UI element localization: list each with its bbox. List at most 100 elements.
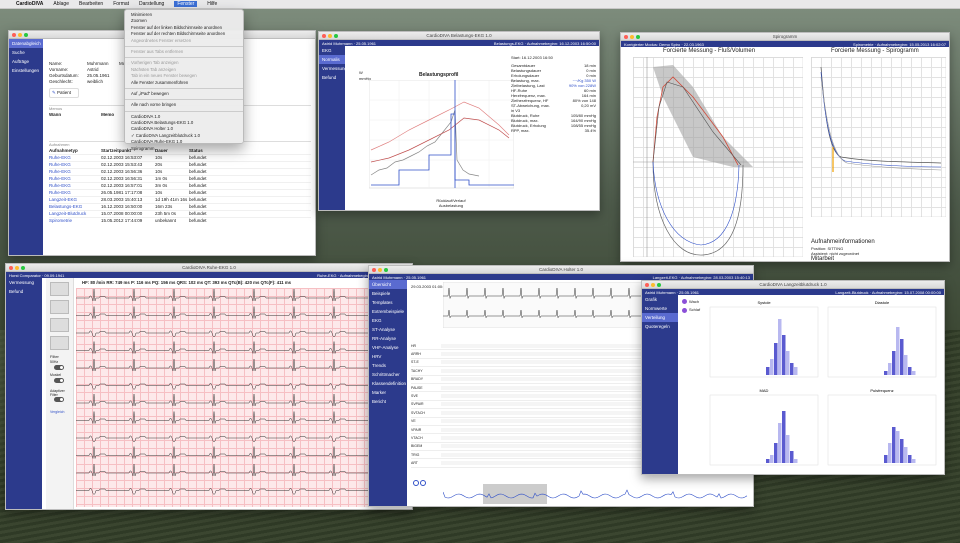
patient-button[interactable]: ✎ Patient: [49, 88, 79, 98]
table-row[interactable]: Belastungs-EKG 16.12.2003 16:50:00 16m 23s…: [49, 203, 311, 210]
stat-value: 0,20 mV: [581, 103, 596, 108]
layout-thumb-3[interactable]: [50, 318, 69, 332]
sidebar-item-suche[interactable]: Suche: [9, 48, 43, 57]
table-cell: 02.12.2003 16:57:01: [101, 183, 143, 188]
menu-bearbeiten[interactable]: Bearbeiten: [79, 1, 103, 7]
holter-nav-item[interactable]: EKG: [369, 316, 407, 325]
table-row[interactable]: Ruhe-EKG 02.12.2003 16:56:36 10s befundet: [49, 168, 311, 175]
menu-bar: CardioDIVA Ablage Bearbeiten Format Dars…: [0, 0, 960, 9]
table-cell: befundet: [189, 162, 207, 167]
ekg-traces: [76, 288, 409, 495]
table-cell: Belastungs-EKG: [49, 204, 83, 209]
minimize-button[interactable]: [18, 32, 22, 37]
holter-nav-item[interactable]: ST-Analyse: [369, 325, 407, 334]
histogram-bar: [786, 351, 790, 375]
lzbd-nav-item[interactable]: Grafik: [642, 295, 678, 304]
histogram-bar: [884, 455, 888, 463]
holter-nav-item[interactable]: Templates: [369, 298, 407, 307]
table-cell: befundet: [189, 169, 207, 174]
histogram-bar: [774, 343, 778, 375]
sidebar-item-befund[interactable]: Befund: [319, 73, 345, 82]
patient-header: Korrigierter Modus: Demo Spiro · 22.03.1…: [621, 41, 949, 47]
muskelfilter-toggle[interactable]: [54, 378, 64, 383]
menu-hilfe[interactable]: Hilfe: [207, 1, 217, 7]
menu-item[interactable]: Spirogramm: [125, 146, 243, 152]
holter-nav-item[interactable]: Klassendefinition: [369, 379, 407, 388]
table-cell: 02.12.2003 15:53:43: [101, 162, 143, 167]
table-cell: 15.07.2008 00:00:00: [101, 211, 143, 216]
sidebar-item-befund[interactable]: Befund: [6, 287, 42, 296]
table-row[interactable]: Ruhe-EKG 02.12.2003 16:56:31 1m 0s befundet: [49, 175, 311, 182]
table-cell: 16m 23s: [155, 204, 173, 209]
zoom-in-button[interactable]: [420, 480, 427, 486]
ekg-trace: [76, 330, 409, 338]
sidebar-item-vermessung[interactable]: Vermessung: [319, 64, 347, 73]
table-row[interactable]: Ruhe-EKG 02.12.2003 16:53:07 10s befundet: [49, 154, 311, 161]
recording-info: Langzeit-Blutdruck · Aufnahmebeginn: 15.…: [835, 289, 941, 295]
ekg-trace: [76, 358, 409, 372]
holter-nav-item[interactable]: Übersicht: [369, 280, 407, 289]
sidebar-item-vermessung[interactable]: Vermessung: [6, 278, 42, 287]
holter-nav-item[interactable]: HRV: [369, 352, 407, 361]
close-button[interactable]: [12, 32, 16, 37]
histogram-bar: [904, 355, 908, 375]
col-aufnahmetyp[interactable]: Aufnahmetyp: [49, 148, 101, 154]
layout-thumb-4[interactable]: [50, 336, 69, 350]
start-time: Start: 16.12.2003 16:50: [511, 55, 553, 60]
zoom-out-button[interactable]: [413, 480, 419, 486]
ruhe-ekg-window: CardioDIVA Ruhe-EKG 1.0 Horst Comparator…: [5, 263, 413, 510]
table-row[interactable]: Langzeit-Blutdruck 15.07.2008 00:00:00 23h…: [49, 210, 311, 217]
histogram-bar: [904, 447, 908, 463]
lzbd-nav-item[interactable]: Verteilung: [642, 313, 678, 322]
histogram-bar: [892, 427, 896, 463]
holter-nav-item[interactable]: Bericht: [369, 397, 407, 406]
chart-title: Belastungsprofil: [419, 72, 459, 78]
holter-row-label: BIGEM: [411, 444, 423, 449]
table-row[interactable]: Ruhe-EKG 02.12.2003 15:53:43 20s befundet: [49, 161, 311, 168]
histogram-title: Pulsfrequenz: [870, 388, 893, 393]
sidebar-item-auftraege[interactable]: Aufträge: [9, 57, 43, 66]
menu-darstellung[interactable]: Darstellung: [139, 1, 164, 7]
holter-row-label: ART: [411, 461, 418, 466]
holter-nav-item[interactable]: Trends: [369, 361, 407, 370]
table-row[interactable]: Langzeit-EKG 28.03.2003 15:40:13 1d 19h 41…: [49, 196, 311, 203]
netzfilter-label: 50Hz: [50, 360, 59, 364]
holter-nav-item[interactable]: Schrittmacher: [369, 370, 407, 379]
table-row[interactable]: Ruhe-EKG 26.05.1981 17:17:08 10s befundet: [49, 189, 311, 196]
menu-format[interactable]: Format: [113, 1, 129, 7]
menu-app-name[interactable]: CardioDIVA: [16, 1, 43, 7]
check-schlaf[interactable]: Schlaf: [682, 307, 700, 313]
check-wach[interactable]: Wach: [682, 299, 700, 305]
holter-nav-item[interactable]: Extrembeispiele: [369, 307, 407, 316]
histogram-bar: [766, 459, 770, 463]
sidebar-item-einstellungen[interactable]: Einstellungen: [9, 66, 43, 75]
table-cell: Ruhe-EKG: [49, 190, 71, 195]
holter-row-label: SVTACH: [411, 410, 425, 415]
menu-separator: [125, 86, 243, 89]
lzbd-nav-item[interactable]: Quoteregeln: [642, 322, 678, 331]
table-row[interactable]: Ruhe-EKG 02.12.2003 16:57:01 3m 0s befundet: [49, 182, 311, 189]
window-title: CardioDIVA Belastungs-EKG 1.0: [426, 33, 492, 38]
adaptiv-toggle[interactable]: [54, 397, 64, 402]
layout-thumb-1[interactable]: [50, 282, 69, 296]
holter-nav-item[interactable]: RR-Analyse: [369, 334, 407, 343]
belastung-window: CardioDIVA Belastungs-EKG 1.0 Astrid Muh…: [318, 31, 600, 211]
table-cell: Spirometrie: [49, 218, 73, 223]
window-title: CardioDIVA Holter 1.0: [539, 267, 583, 272]
histogram-title: Systole: [757, 300, 771, 305]
holter-nav-item[interactable]: Marker: [369, 388, 407, 397]
histogram-bar: [794, 459, 798, 463]
layout-thumb-2[interactable]: [50, 300, 69, 314]
sidebar-item-normalis[interactable]: Normalis: [319, 55, 345, 64]
holter-nav-item[interactable]: Beispiele: [369, 289, 407, 298]
holter-nav-item[interactable]: VHF-Analyse: [369, 343, 407, 352]
vergleich-label[interactable]: Vergleich: [50, 410, 69, 414]
lzbd-nav-item[interactable]: Normwerte: [642, 304, 678, 313]
menu-ablage[interactable]: Ablage: [53, 1, 69, 7]
zoom-button[interactable]: [24, 32, 28, 37]
netzfilter-toggle[interactable]: [54, 365, 64, 370]
menu-fenster[interactable]: Fenster: [174, 1, 198, 7]
sidebar-item-datenabgleich[interactable]: Datenabgleich: [9, 39, 43, 48]
table-row[interactable]: Spirometrie 15.05.2012 17:44:09 unbekannt b…: [49, 217, 311, 224]
sidebar-item-ekg[interactable]: EKG: [319, 46, 345, 55]
